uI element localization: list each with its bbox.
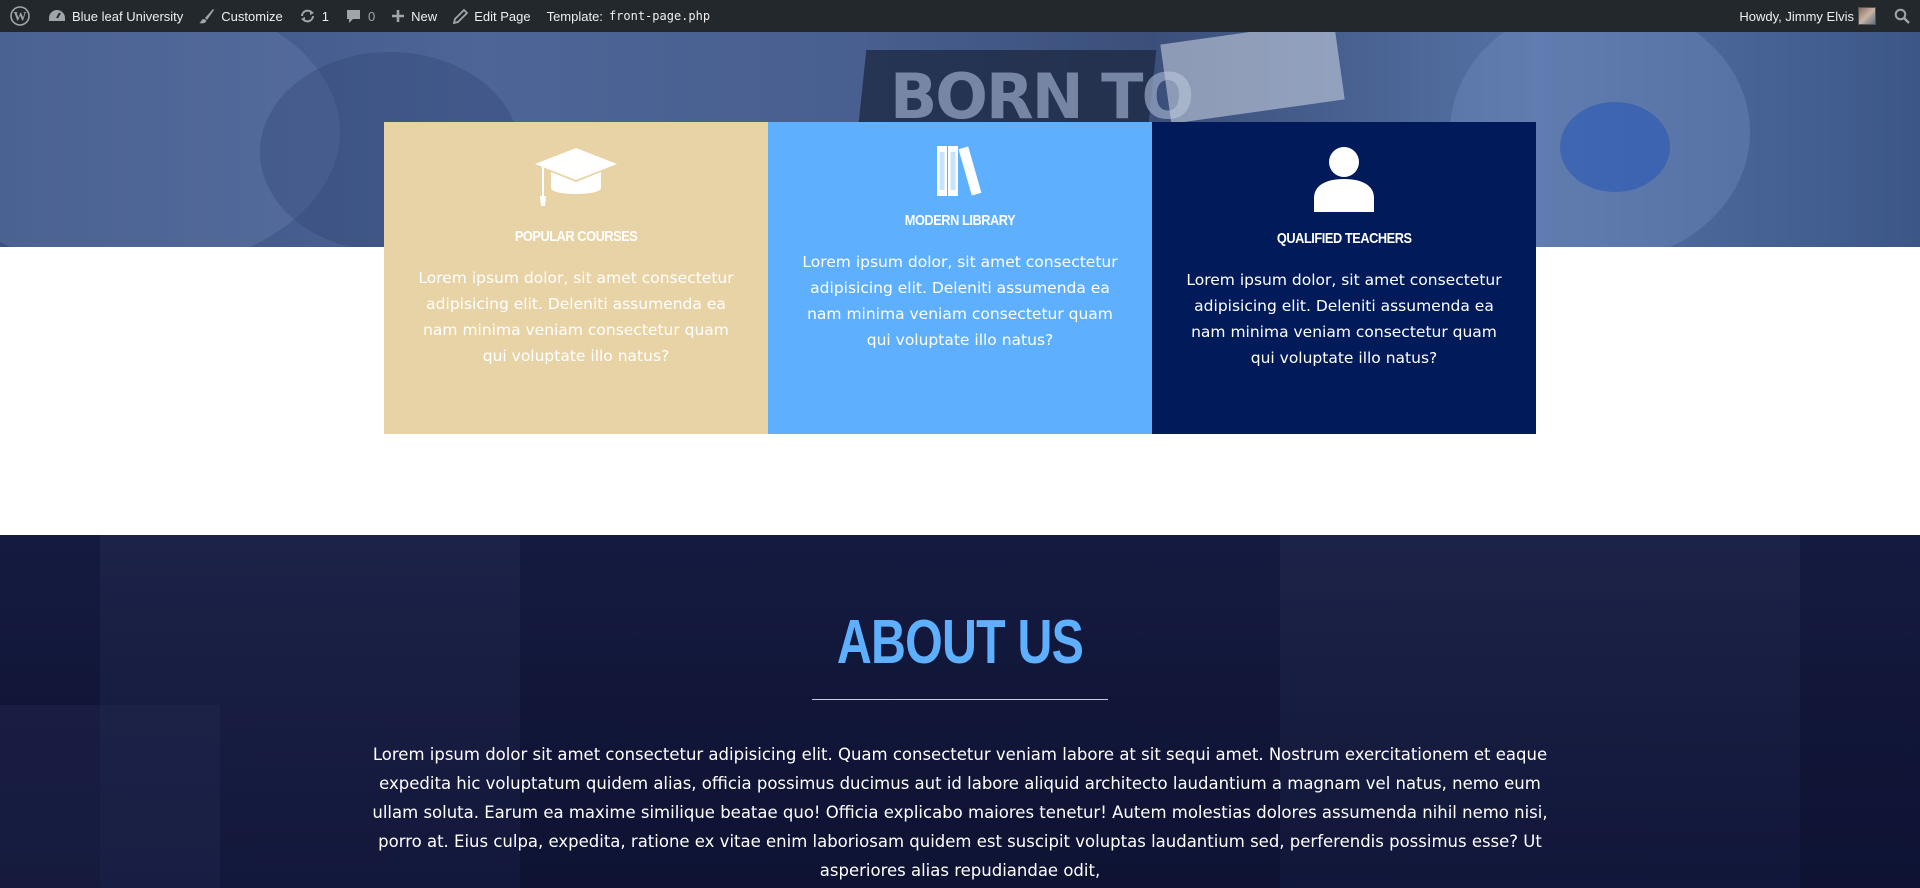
comment-icon — [346, 10, 360, 23]
plus-icon — [392, 10, 405, 22]
search-icon — [1894, 8, 1910, 24]
new-label: New — [411, 8, 438, 24]
site-name: Blue leaf University — [72, 8, 184, 24]
customize-label: Customize — [221, 8, 283, 24]
site-name-link[interactable]: Blue leaf University — [40, 0, 191, 32]
updates-icon — [300, 9, 314, 23]
admin-bar: W Blue leaf University Customize 1 0 New… — [0, 0, 1920, 32]
template-info[interactable]: Template: front-page.php — [539, 0, 719, 32]
comments-link[interactable]: 0 — [337, 0, 383, 32]
updates-link[interactable]: 1 — [291, 0, 337, 32]
about-section: ABOUT US Lorem ipsum dolor sit amet cons… — [0, 535, 1920, 888]
features-row: Popular Courses Lorem ipsum dolor, sit a… — [384, 122, 1536, 434]
feature-title: Popular Courses — [514, 228, 638, 245]
feature-text: Lorem ipsum dolor, sit amet consectetur … — [802, 253, 1118, 349]
about-divider — [812, 699, 1108, 700]
brush-icon — [199, 9, 215, 24]
feature-title: Qualified Teachers — [1276, 230, 1412, 247]
howdy-text: Howdy, Jimmy Elvis — [1739, 8, 1854, 24]
avatar — [1858, 7, 1876, 25]
svg-text:W: W — [14, 9, 27, 24]
hero-bg-shape — [1560, 102, 1670, 192]
comments-count: 0 — [367, 8, 376, 24]
wordpress-logo-icon[interactable]: W — [0, 0, 40, 32]
dashboard-icon — [49, 10, 65, 21]
pencil-icon — [453, 8, 469, 24]
graduation-cap-icon — [533, 146, 619, 208]
feature-qualified-teachers: Qualified Teachers Lorem ipsum dolor, si… — [1152, 122, 1536, 434]
person-icon — [1313, 146, 1375, 212]
books-icon — [935, 146, 985, 196]
hero-card-image — [1160, 32, 1345, 124]
customize-link[interactable]: Customize — [191, 0, 290, 32]
template-file: front-page.php — [608, 9, 711, 23]
about-text: Lorem ipsum dolor sit amet consectetur a… — [372, 745, 1548, 880]
edit-page-link[interactable]: Edit Page — [445, 0, 538, 32]
about-bg-building — [0, 705, 220, 888]
feature-text: Lorem ipsum dolor, sit amet consectetur … — [418, 269, 734, 365]
admin-search[interactable] — [1884, 0, 1920, 32]
feature-popular-courses: Popular Courses Lorem ipsum dolor, sit a… — [384, 122, 768, 434]
about-title: ABOUT US — [836, 608, 1084, 677]
my-account-link[interactable]: Howdy, Jimmy Elvis — [1731, 0, 1884, 32]
new-content-link[interactable]: New — [383, 0, 445, 32]
feature-modern-library: Modern Library Lorem ipsum dolor, sit am… — [768, 122, 1152, 434]
edit-page-label: Edit Page — [474, 8, 531, 24]
feature-text: Lorem ipsum dolor, sit amet consectetur … — [1186, 271, 1502, 367]
feature-title: Modern Library — [904, 212, 1016, 229]
template-label: Template: — [546, 8, 603, 24]
updates-count: 1 — [321, 8, 329, 24]
